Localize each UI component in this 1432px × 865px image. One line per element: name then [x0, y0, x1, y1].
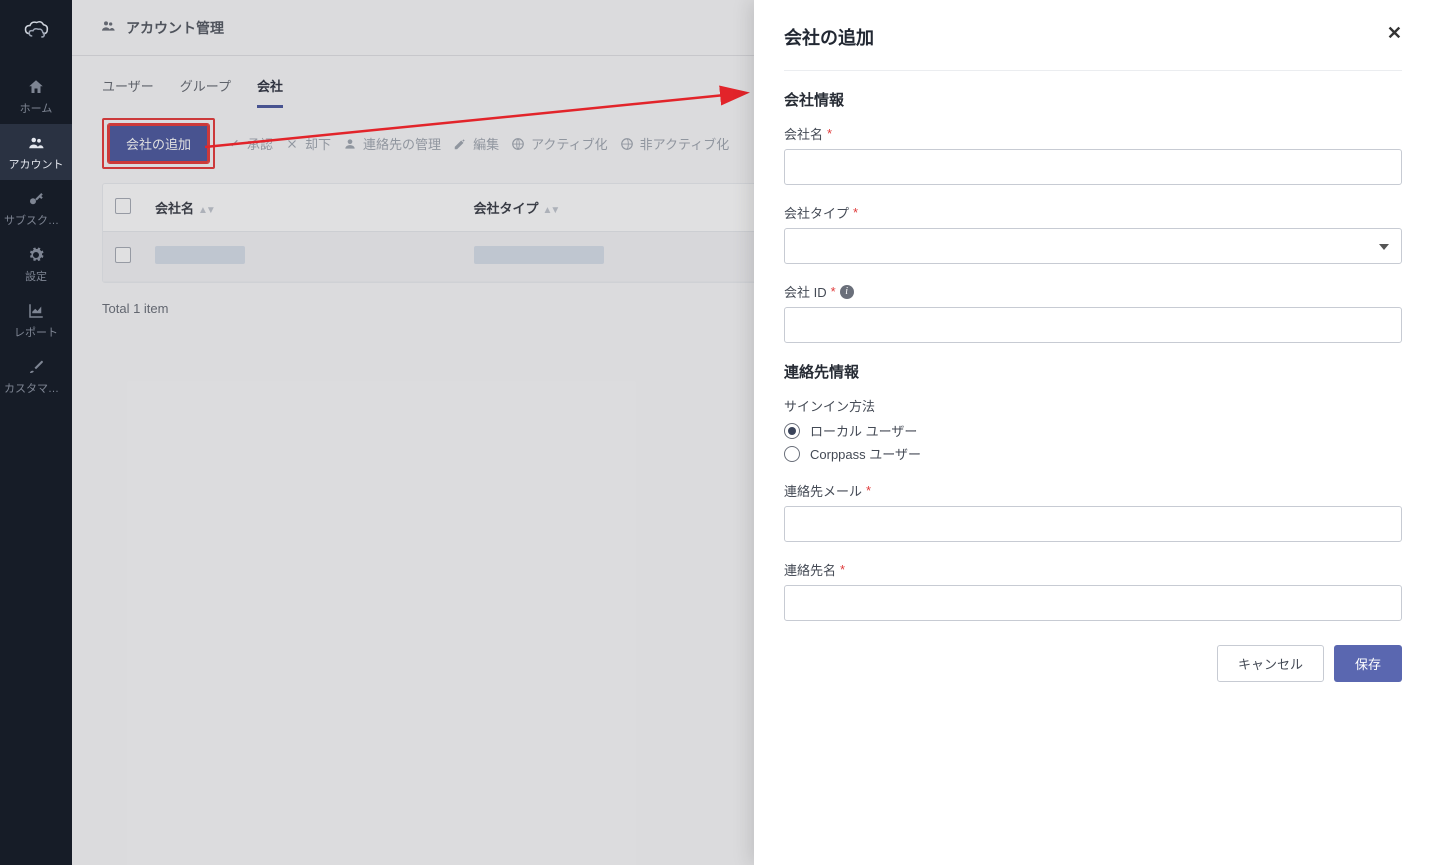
sidebar-item-report[interactable]: レポート — [0, 292, 72, 348]
x-icon — [285, 137, 299, 151]
user-icon — [343, 137, 357, 151]
signin-method-label: サインイン方法 — [784, 396, 875, 415]
section-company-info: 会社情報 — [784, 89, 1402, 110]
deactivate-button[interactable]: 非アクティブ化 — [620, 134, 730, 153]
sidebar: ホーム アカウント サブスクリ… 設定 レポート カスタマイズ — [0, 0, 72, 865]
sidebar-item-account[interactable]: アカウント — [0, 124, 72, 180]
radio-icon — [784, 423, 800, 439]
sort-icon: ▲▼ — [543, 205, 559, 216]
signin-option-corppass[interactable]: Corppass ユーザー — [784, 444, 1402, 463]
globe-icon — [511, 137, 525, 151]
home-icon — [27, 78, 45, 96]
required-mark: * — [831, 284, 836, 299]
annotation-highlight: 会社の追加 — [102, 118, 215, 169]
key-icon — [27, 190, 45, 208]
col-company-name[interactable]: 会社名▲▼ — [143, 184, 462, 232]
activate-button[interactable]: アクティブ化 — [511, 134, 608, 153]
app-logo — [18, 12, 54, 48]
save-button[interactable]: 保存 — [1334, 645, 1402, 682]
brush-icon — [27, 358, 45, 376]
radio-icon — [784, 446, 800, 462]
page-title: アカウント管理 — [126, 18, 224, 38]
manage-contacts-button[interactable]: 連絡先の管理 — [343, 134, 441, 153]
redacted-text — [155, 246, 245, 264]
required-mark: * — [853, 205, 858, 220]
section-contact-info: 連絡先情報 — [784, 361, 1402, 382]
contact-name-input[interactable] — [784, 585, 1402, 621]
sidebar-item-settings[interactable]: 設定 — [0, 236, 72, 292]
contact-name-label: 連絡先名 — [784, 560, 836, 579]
sidebar-item-label: サブスクリ… — [4, 212, 68, 228]
sidebar-item-label: アカウント — [9, 156, 64, 172]
signin-option-local[interactable]: ローカル ユーザー — [784, 421, 1402, 440]
drawer-title: 会社の追加 — [784, 24, 874, 50]
edit-button[interactable]: 編集 — [453, 134, 499, 153]
required-mark: * — [840, 562, 845, 577]
sort-icon: ▲▼ — [198, 205, 214, 216]
users-icon — [100, 18, 116, 37]
company-name-label: 会社名 — [784, 124, 823, 143]
required-mark: * — [827, 126, 832, 141]
company-id-label: 会社 ID — [784, 282, 827, 301]
users-icon — [27, 134, 45, 152]
globe-off-icon — [620, 137, 634, 151]
company-name-input[interactable] — [784, 149, 1402, 185]
pencil-icon — [453, 137, 467, 151]
sidebar-item-label: 設定 — [25, 268, 47, 284]
tab-groups[interactable]: グループ — [180, 76, 231, 108]
close-button[interactable]: ✕ — [1387, 24, 1402, 42]
select-all-checkbox[interactable] — [115, 198, 131, 214]
sidebar-item-label: カスタマイズ — [4, 380, 68, 396]
info-icon[interactable]: i — [840, 285, 854, 299]
company-type-select[interactable] — [784, 228, 1402, 264]
sidebar-item-subscription[interactable]: サブスクリ… — [0, 180, 72, 236]
gear-icon — [27, 246, 45, 264]
company-type-label: 会社タイプ — [784, 203, 849, 222]
tab-users[interactable]: ユーザー — [102, 76, 154, 108]
company-id-input[interactable] — [784, 307, 1402, 343]
approve-button[interactable]: 承認 — [227, 134, 273, 153]
contact-email-input[interactable] — [784, 506, 1402, 542]
reject-button[interactable]: 却下 — [285, 134, 331, 153]
redacted-text — [474, 246, 604, 264]
add-company-button[interactable]: 会社の追加 — [108, 124, 209, 163]
sidebar-item-home[interactable]: ホーム — [0, 68, 72, 124]
row-checkbox[interactable] — [115, 247, 131, 263]
required-mark: * — [866, 483, 871, 498]
tab-companies[interactable]: 会社 — [257, 76, 283, 108]
chart-icon — [27, 302, 45, 320]
cancel-button[interactable]: キャンセル — [1217, 645, 1324, 682]
add-company-drawer: 会社の追加 ✕ 会社情報 会社名 * 会社タイプ * 会社 ID * i 連絡先情報 サ… — [754, 0, 1432, 865]
contact-email-label: 連絡先メール — [784, 481, 862, 500]
sidebar-item-label: レポート — [14, 324, 58, 340]
sidebar-item-label: ホーム — [20, 100, 53, 116]
check-icon — [227, 137, 241, 151]
sidebar-item-customize[interactable]: カスタマイズ — [0, 348, 72, 404]
